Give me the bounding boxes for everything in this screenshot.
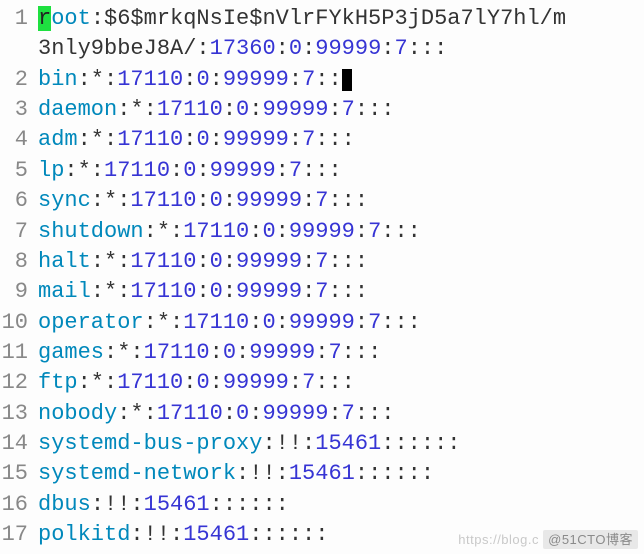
code-line[interactable]: 6sync:*:17110:0:99999:7::: [0,186,644,216]
line-content: nobody:*:17110:0:99999:7::: [38,399,644,429]
line-content: 3nly9bbeJ8A/:17360:0:99999:7::: [38,34,644,64]
line-content: games:*:17110:0:99999:7::: [38,338,644,368]
code-line[interactable]: 9mail:*:17110:0:99999:7::: [0,277,644,307]
line-number: 8 [0,247,38,277]
code-line[interactable]: 3daemon:*:17110:0:99999:7::: [0,95,644,125]
code-line[interactable]: 11games:*:17110:0:99999:7::: [0,338,644,368]
line-number: 7 [0,217,38,247]
line-content: sync:*:17110:0:99999:7::: [38,186,644,216]
code-line[interactable]: 12ftp:*:17110:0:99999:7::: [0,368,644,398]
line-content: operator:*:17110:0:99999:7::: [38,308,644,338]
code-line[interactable]: 2bin:*:17110:0:99999:7:: [0,65,644,95]
code-line[interactable]: 16dbus:!!:15461:::::: [0,490,644,520]
line-number: 14 [0,429,38,459]
line-content: daemon:*:17110:0:99999:7::: [38,95,644,125]
code-line[interactable]: 7shutdown:*:17110:0:99999:7::: [0,217,644,247]
text-cursor [342,69,352,91]
code-line[interactable]: 14systemd-bus-proxy:!!:15461:::::: [0,429,644,459]
text-editor[interactable]: 1root:$6$mrkqNsIe$nVlrFYkH5P3jD5a7lY7hl/… [0,4,644,550]
line-number: 11 [0,338,38,368]
line-number: 15 [0,459,38,489]
code-line[interactable]: 8halt:*:17110:0:99999:7::: [0,247,644,277]
line-content: shutdown:*:17110:0:99999:7::: [38,217,644,247]
line-content: halt:*:17110:0:99999:7::: [38,247,644,277]
line-content: adm:*:17110:0:99999:7::: [38,125,644,155]
watermark: https://blog.c @51CTO博客 [458,531,638,549]
line-content: root:$6$mrkqNsIe$nVlrFYkH5P3jD5a7lY7hl/m [38,4,644,34]
watermark-brand: @51CTO博客 [543,530,638,549]
watermark-url: https://blog.c [458,532,539,547]
code-line[interactable]: 5lp:*:17110:0:99999:7::: [0,156,644,186]
code-line[interactable]: 13nobody:*:17110:0:99999:7::: [0,399,644,429]
code-line[interactable]: 1root:$6$mrkqNsIe$nVlrFYkH5P3jD5a7lY7hl/… [0,4,644,34]
line-number: 1 [0,4,38,34]
code-line[interactable]: 10operator:*:17110:0:99999:7::: [0,308,644,338]
line-number: 6 [0,186,38,216]
line-number: 9 [0,277,38,307]
line-number: 3 [0,95,38,125]
line-content: systemd-network:!!:15461:::::: [38,459,644,489]
line-content: dbus:!!:15461:::::: [38,490,644,520]
line-number: 12 [0,368,38,398]
line-content: mail:*:17110:0:99999:7::: [38,277,644,307]
line-number: 16 [0,490,38,520]
line-content: systemd-bus-proxy:!!:15461:::::: [38,429,644,459]
line-content: ftp:*:17110:0:99999:7::: [38,368,644,398]
line-number: 13 [0,399,38,429]
line-content: lp:*:17110:0:99999:7::: [38,156,644,186]
line-number: 2 [0,65,38,95]
line-number: 17 [0,520,38,550]
code-line[interactable]: 4adm:*:17110:0:99999:7::: [0,125,644,155]
code-line[interactable]: 15systemd-network:!!:15461:::::: [0,459,644,489]
line-content: bin:*:17110:0:99999:7:: [38,65,644,95]
line-number: 10 [0,308,38,338]
code-line-wrap[interactable]: 3nly9bbeJ8A/:17360:0:99999:7::: [0,34,644,64]
line-number: 4 [0,125,38,155]
line-number: 5 [0,156,38,186]
